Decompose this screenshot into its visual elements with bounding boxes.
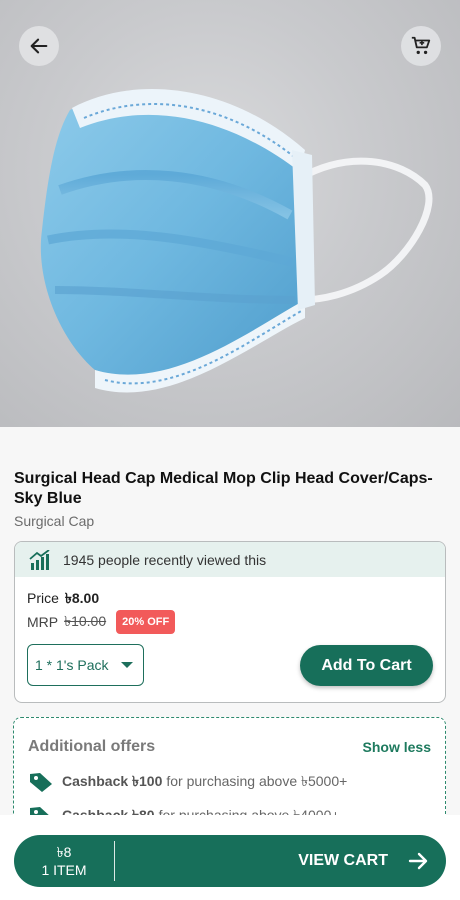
recently-viewed-banner: 1945 people recently viewed this [15, 542, 445, 577]
back-button[interactable] [19, 26, 59, 66]
bottom-bar: ৳8 1 ITEM VIEW CART [0, 815, 460, 900]
pack-size-value: 1 * 1's Pack [35, 657, 109, 673]
cart-summary: ৳8 1 ITEM [14, 843, 114, 879]
trending-chart-icon [29, 549, 50, 570]
offers-heading: Additional offers [28, 738, 156, 755]
cart-amount: ৳8 [56, 844, 72, 860]
price-tag-icon [30, 807, 49, 815]
arrow-left-icon [30, 38, 48, 54]
caret-down-icon [120, 662, 133, 668]
cart-item-count: 1 ITEM [41, 862, 87, 878]
product-title: Surgical Head Cap Medical Mop Clip Head … [14, 470, 433, 507]
discount-badge: 20% OFF [116, 610, 176, 634]
additional-offers-card: Additional offers Show less Cashback ৳10… [13, 717, 446, 815]
offer-cashback: Cashback ৳80 [62, 807, 155, 815]
show-less-link[interactable]: Show less [363, 739, 431, 755]
price-card: 1945 people recently viewed this Price ৳8… [14, 541, 446, 703]
offer-item: Cashback ৳80 for purchasing above ৳4000+ [28, 804, 340, 815]
surgical-mask-image [40, 89, 433, 393]
offer-cashback: Cashback ৳100 [62, 773, 163, 789]
offer-condition: for purchasing above ৳4000+ [158, 807, 340, 815]
divider [114, 841, 115, 881]
view-cart-label: VIEW CART [298, 852, 388, 869]
mrp-label: MRP [27, 614, 59, 630]
pack-size-dropdown[interactable]: 1 * 1's Pack [27, 644, 144, 686]
price-tag-icon [30, 773, 52, 792]
view-cart-button[interactable]: ৳8 1 ITEM VIEW CART [14, 835, 446, 887]
price-label: Price [27, 590, 59, 606]
arrow-right-icon [408, 852, 428, 870]
product-category: Surgical Cap [14, 513, 95, 529]
price-value: ৳8.00 [64, 590, 100, 606]
add-to-cart-button[interactable]: Add To Cart [300, 645, 433, 686]
offer-condition: for purchasing above ৳5000+ [166, 773, 348, 789]
cart-button[interactable] [401, 26, 441, 66]
offer-item: Cashback ৳100 for purchasing above ৳5000… [28, 770, 347, 794]
mrp-row: MRP ৳10.00 20% OFF [27, 610, 176, 634]
price-row: Price ৳8.00 [27, 587, 99, 611]
product-details: Surgical Head Cap Medical Mop Clip Head … [0, 427, 460, 815]
mrp-value: ৳10.00 [64, 613, 107, 629]
cart-icon [411, 36, 431, 55]
recently-viewed-text: 1945 people recently viewed this [63, 551, 267, 568]
product-image [0, 0, 460, 427]
